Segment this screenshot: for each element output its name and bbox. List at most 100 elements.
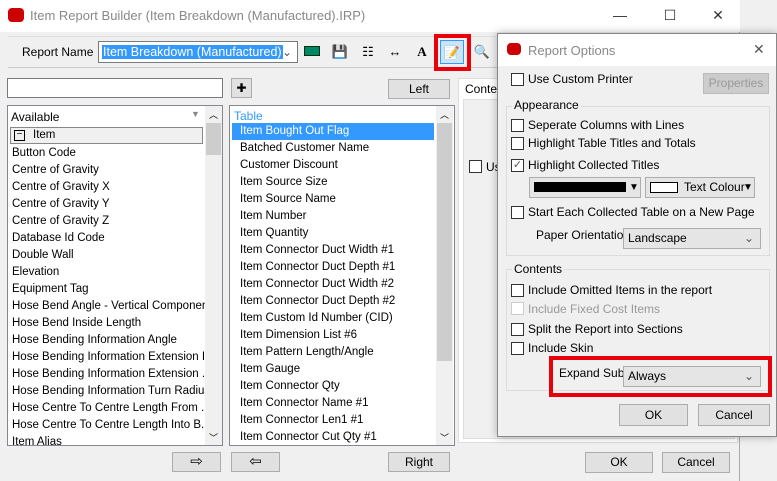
app-icon	[507, 43, 521, 55]
list-item[interactable]: Centre of Gravity X	[12, 179, 110, 196]
list-item[interactable]: Hose Bending Information Angle	[12, 332, 177, 349]
list-item[interactable]: Item Dimension List #6	[240, 327, 357, 344]
include-omitted-checkbox[interactable]	[511, 284, 524, 297]
report-name-combo[interactable]: Item Breakdown (Manufactured) ⌄	[98, 41, 298, 63]
list-item[interactable]: Hose Bending Information Extension ...	[12, 366, 211, 383]
close-button[interactable]: ✕	[703, 4, 733, 26]
list-item[interactable]: Database Id Code	[12, 230, 105, 247]
list-item[interactable]: Item Connector Name #1	[240, 395, 368, 412]
scroll-up-icon[interactable]: ︿	[440, 108, 449, 121]
print-preview-icon[interactable]: 🔍	[470, 40, 494, 64]
content-checkbox[interactable]	[469, 160, 482, 173]
chevron-down-icon: ⌄	[743, 369, 754, 383]
list-item[interactable]: Item Connector Duct Width #2	[240, 276, 394, 293]
list-item[interactable]: Item Pattern Length/Angle	[240, 344, 374, 361]
minimize-button[interactable]: —	[605, 4, 635, 26]
colour-swatch	[534, 182, 626, 192]
collapse-icon[interactable]: −	[14, 130, 25, 141]
highlight-titles-checkbox[interactable]	[511, 137, 524, 150]
dropdown-icon[interactable]: ▼	[191, 109, 200, 119]
tree-root-item[interactable]: − Item	[10, 127, 203, 144]
new-page-checkbox[interactable]	[511, 206, 524, 219]
new-report-icon[interactable]	[300, 40, 324, 64]
scrollbar-thumb[interactable]	[437, 123, 452, 361]
report-options-icon[interactable]: 📝	[440, 40, 464, 64]
scroll-down-icon[interactable]: ﹀	[440, 431, 449, 444]
include-skin-label: Include Skin	[528, 341, 594, 355]
list-item[interactable]: Item Quantity	[240, 225, 308, 242]
ok-button[interactable]: OK	[585, 452, 653, 473]
list-item[interactable]: Batched Customer Name	[240, 140, 369, 157]
list-item[interactable]: Item Bought Out Flag	[232, 123, 434, 140]
list-item[interactable]: Item Connector Len1 #1	[240, 412, 363, 429]
dropdown-icon: ▼	[743, 182, 753, 193]
list-item[interactable]: Double Wall	[12, 247, 74, 264]
highlight-colour-combo[interactable]: ▼	[529, 177, 641, 198]
dialog-title-bar: Report Options ✕	[498, 34, 776, 66]
list-item[interactable]: Item Source Name	[240, 191, 336, 208]
save-icon[interactable]: 💾	[328, 40, 352, 64]
dialog-close-button[interactable]: ✕	[753, 41, 765, 58]
list-item[interactable]: Elevation	[12, 264, 59, 281]
scrollbar-thumb[interactable]	[206, 123, 221, 155]
expand-sub-select[interactable]: Always ⌄	[623, 366, 761, 387]
list-item[interactable]: Centre of Gravity Z	[12, 213, 109, 230]
left-align-button[interactable]: Left	[388, 79, 450, 99]
dialog-cancel-button[interactable]: Cancel	[698, 404, 770, 426]
list-item[interactable]: Customer Discount	[240, 157, 338, 174]
list-item[interactable]: Hose Centre To Centre Length From ...	[12, 400, 211, 417]
list-item[interactable]: Item Connector Qty	[240, 378, 340, 395]
move-left-button[interactable]: ⇦	[231, 452, 280, 472]
list-item[interactable]: Item Connector Cut Qty #1	[240, 429, 377, 445]
list-item[interactable]: Item Gauge	[240, 361, 300, 378]
split-sections-checkbox[interactable]	[511, 323, 524, 336]
list-item[interactable]: Hose Bending Information Extension In	[12, 349, 211, 366]
add-button[interactable]: ✚	[231, 78, 252, 98]
list-item[interactable]: Item Custom Id Number (CID)	[240, 310, 393, 327]
table-list: Table Item Bought Out Flag Batched Custom…	[229, 105, 455, 446]
scroll-up-icon[interactable]: ︿	[209, 108, 218, 121]
highlight-titles-label: Highlight Table Titles and Totals	[528, 136, 696, 150]
text-colour-combo[interactable]: Text Colour ▼	[645, 177, 755, 198]
use-custom-printer-checkbox[interactable]	[511, 73, 524, 86]
search-input[interactable]	[7, 78, 223, 98]
separate-columns-label: Seperate Columns with Lines	[528, 118, 685, 132]
highlight-collected-label: Highlight Collected Titles	[528, 158, 660, 172]
include-skin-checkbox[interactable]	[511, 342, 524, 355]
list-item[interactable]: Item Number	[240, 208, 306, 225]
cancel-button[interactable]: Cancel	[662, 452, 730, 473]
app-icon	[8, 8, 24, 22]
list-item[interactable]: Hose Bend Inside Length	[12, 315, 141, 332]
list-item[interactable]: Item Connector Duct Depth #2	[240, 293, 395, 310]
right-align-button[interactable]: Right	[388, 452, 450, 472]
separate-columns-checkbox[interactable]	[511, 119, 524, 132]
chevron-down-icon: ⌄	[743, 231, 754, 245]
list-item[interactable]: Button Code	[12, 145, 76, 162]
dialog-ok-button[interactable]: OK	[619, 404, 688, 426]
list-item[interactable]: Hose Centre To Centre Length Into B...	[12, 417, 211, 434]
text-colour-label: Text Colour	[684, 180, 745, 194]
include-fixed-cost-checkbox[interactable]	[511, 302, 524, 315]
list-item[interactable]: Equipment Tag	[12, 281, 89, 298]
list-item[interactable]: Item Source Size	[240, 174, 328, 191]
list-item[interactable]: Item Alias	[12, 434, 62, 445]
list-item[interactable]: Centre of Gravity Y	[12, 196, 110, 213]
list-item[interactable]: Hose Bending Information Turn Radius	[12, 383, 210, 400]
list-item[interactable]: Item Connector Duct Width #1	[240, 242, 394, 259]
column-width-icon[interactable]: ↔	[383, 40, 407, 64]
list-item[interactable]: Item Connector Duct Depth #1	[240, 259, 395, 276]
available-list: Available ▼ − Item Button Code Centre of …	[7, 105, 223, 446]
select-columns-icon[interactable]: ☷	[356, 40, 380, 64]
list-item[interactable]: Hose Bend Angle - Vertical Component	[12, 298, 211, 315]
font-icon[interactable]: A	[410, 40, 434, 64]
properties-button[interactable]: Properties	[703, 73, 769, 94]
move-right-button[interactable]: ⇨	[172, 452, 221, 472]
list-item[interactable]: Centre of Gravity	[12, 162, 99, 179]
dialog-title: Report Options	[528, 43, 616, 58]
scrollbar[interactable]: ︿ ﹀	[436, 106, 453, 445]
scrollbar[interactable]: ︿ ﹀	[205, 106, 222, 445]
maximize-button[interactable]: ☐	[655, 4, 685, 26]
scroll-down-icon[interactable]: ﹀	[209, 431, 218, 444]
paper-orientation-select[interactable]: Landscape ⌄	[623, 228, 761, 249]
highlight-collected-checkbox[interactable]: ✓	[511, 159, 524, 172]
